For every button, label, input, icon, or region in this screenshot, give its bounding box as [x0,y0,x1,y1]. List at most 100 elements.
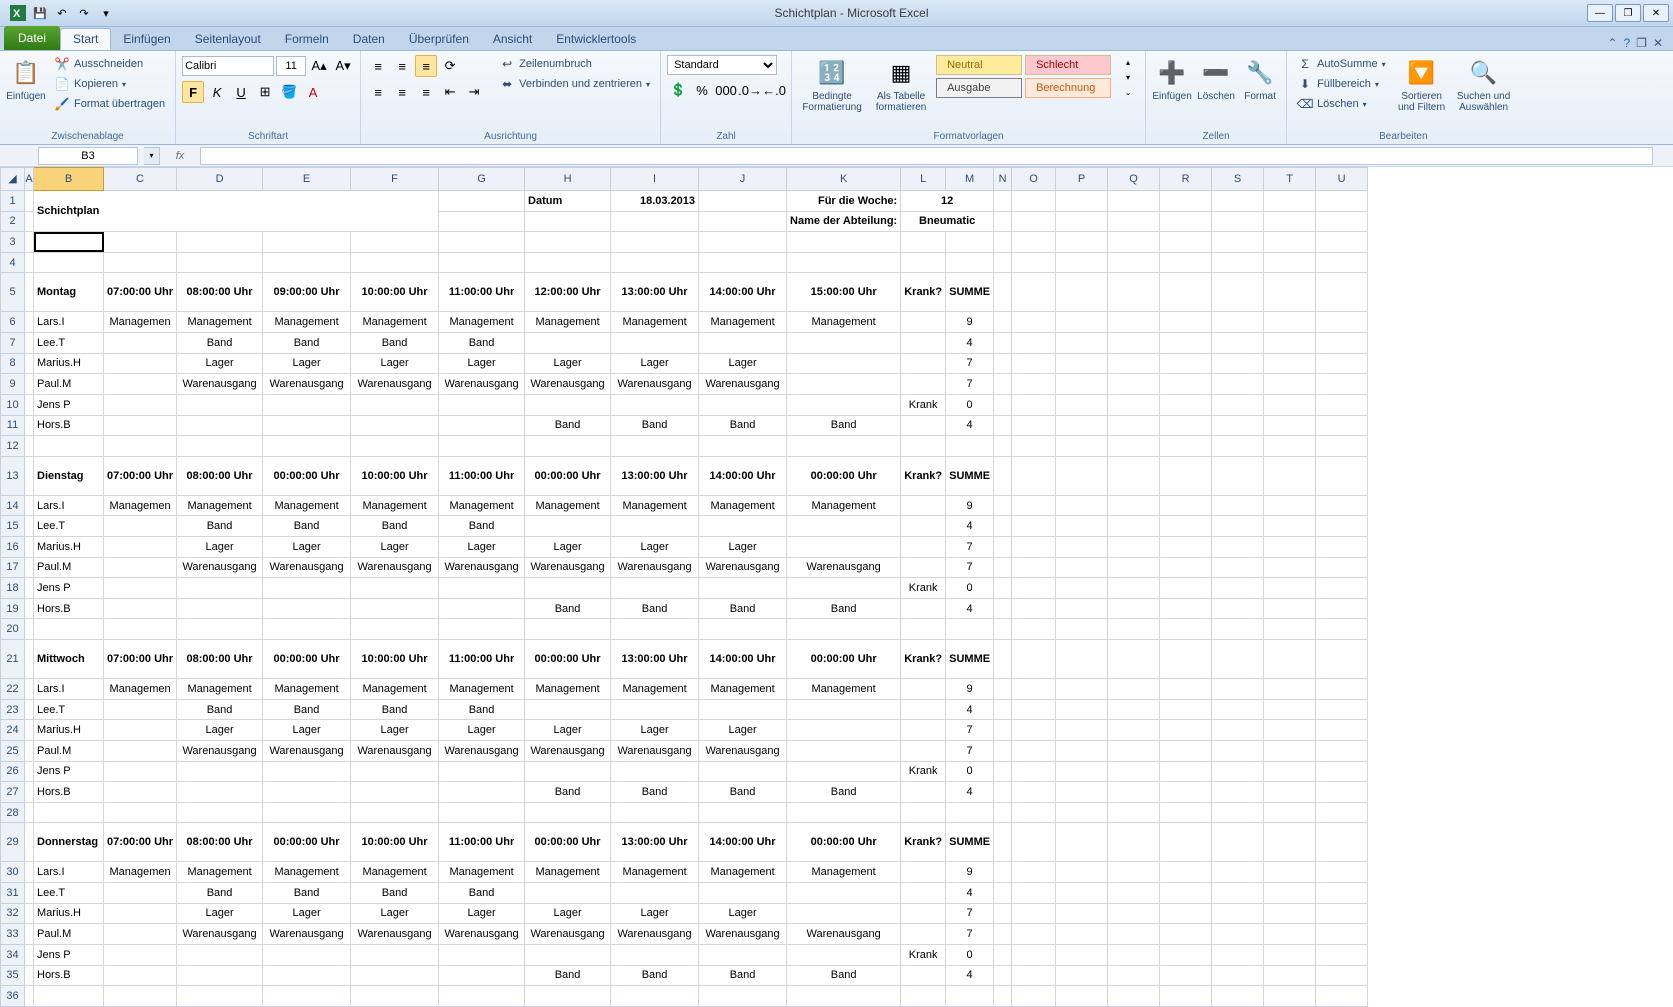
cell-P12[interactable] [1056,436,1108,457]
cell-L15[interactable] [901,516,946,537]
cell-D11[interactable] [177,415,263,436]
cell-D19[interactable] [177,598,263,619]
cell-K28[interactable] [787,802,901,823]
cell-D14[interactable]: Management [177,495,263,516]
cell-P5[interactable] [1056,273,1108,312]
cell-S11[interactable] [1212,415,1264,436]
ribbon-tab-einfügen[interactable]: Einfügen [111,28,182,50]
cell-G31[interactable]: Band [439,883,525,904]
cell-B10[interactable]: Jens P [34,394,104,415]
cell-N31[interactable] [994,883,1012,904]
cell-L13[interactable]: Krank? [901,456,946,495]
excel-icon[interactable]: X [8,3,28,23]
cell-P14[interactable] [1056,495,1108,516]
cell-N19[interactable] [994,598,1012,619]
cell-Q27[interactable] [1108,782,1160,803]
cell-N3[interactable] [994,232,1012,253]
cell-U25[interactable] [1316,740,1368,761]
cell-R22[interactable] [1160,679,1212,700]
cell-H12[interactable] [525,436,611,457]
cell-J6[interactable]: Management [699,312,787,333]
cell-N23[interactable] [994,699,1012,720]
cell-P25[interactable] [1056,740,1108,761]
cell-T2[interactable] [1264,211,1316,232]
ribbon-tab-seitenlayout[interactable]: Seitenlayout [183,28,273,50]
cell-J34[interactable] [699,944,787,965]
cell-S14[interactable] [1212,495,1264,516]
cell-H18[interactable] [525,578,611,599]
row-header-3[interactable]: 3 [1,232,25,253]
cell-E7[interactable]: Band [263,333,351,354]
cell-R15[interactable] [1160,516,1212,537]
cell-Q36[interactable] [1108,986,1160,1007]
cell-E21[interactable]: 00:00:00 Uhr [263,640,351,679]
cell-L31[interactable] [901,883,946,904]
cell-U34[interactable] [1316,944,1368,965]
cell-F16[interactable]: Lager [351,536,439,557]
row-header-7[interactable]: 7 [1,333,25,354]
italic-button[interactable]: K [206,81,228,103]
cell-I9[interactable]: Warenausgang [611,374,699,395]
cell-D17[interactable]: Warenausgang [177,557,263,578]
cell-T5[interactable] [1264,273,1316,312]
cell-P2[interactable] [1056,211,1108,232]
row-header-30[interactable]: 30 [1,862,25,883]
cell-Q5[interactable] [1108,273,1160,312]
cell-E14[interactable]: Management [263,495,351,516]
cell-E12[interactable] [263,436,351,457]
cell-R34[interactable] [1160,944,1212,965]
align-center-icon[interactable]: ≡ [391,81,413,103]
cell-I34[interactable] [611,944,699,965]
cell-K10[interactable] [787,394,901,415]
cell-R7[interactable] [1160,333,1212,354]
cell-O12[interactable] [1012,436,1056,457]
cell-H24[interactable]: Lager [525,720,611,741]
cell-T20[interactable] [1264,619,1316,640]
cell-O32[interactable] [1012,903,1056,924]
cell-E9[interactable]: Warenausgang [263,374,351,395]
currency-icon[interactable]: 💲 [667,79,689,101]
font-size-select[interactable] [276,56,306,76]
cell-U13[interactable] [1316,456,1368,495]
cell-O16[interactable] [1012,536,1056,557]
cell-I11[interactable]: Band [611,415,699,436]
cell-D24[interactable]: Lager [177,720,263,741]
cell-A36[interactable] [25,986,34,1007]
cell-A25[interactable] [25,740,34,761]
cell-C14[interactable]: Managemen [104,495,177,516]
percent-icon[interactable]: % [691,79,713,101]
cell-L32[interactable] [901,903,946,924]
cell-H13[interactable]: 00:00:00 Uhr [525,456,611,495]
cell-F4[interactable] [351,252,439,273]
cell-T29[interactable] [1264,823,1316,862]
cell-N21[interactable] [994,640,1012,679]
cell-Q17[interactable] [1108,557,1160,578]
cell-Q3[interactable] [1108,232,1160,253]
cell-B25[interactable]: Paul.M [34,740,104,761]
cell-D22[interactable]: Management [177,679,263,700]
cell-H31[interactable] [525,883,611,904]
cell-H35[interactable]: Band [525,965,611,986]
style-neutral[interactable]: Neutral [936,55,1022,75]
cell-T34[interactable] [1264,944,1316,965]
cell-B22[interactable]: Lars.I [34,679,104,700]
minimize-ribbon-icon[interactable]: ⌃ [1607,36,1617,50]
cell-I8[interactable]: Lager [611,353,699,374]
cell-C29[interactable]: 07:00:00 Uhr [104,823,177,862]
cell-R25[interactable] [1160,740,1212,761]
cell-B4[interactable] [34,252,104,273]
wrap-text-button[interactable]: ↩Zeilenumbruch [495,55,654,73]
cell-M21[interactable]: SUMME [946,640,994,679]
cell-S12[interactable] [1212,436,1264,457]
cell-O4[interactable] [1012,252,1056,273]
cell-U2[interactable] [1316,211,1368,232]
cell-U12[interactable] [1316,436,1368,457]
cell-M3[interactable] [946,232,994,253]
conditional-formatting-button[interactable]: 🔢 Bedingte Formatierung [798,55,866,115]
cell-A32[interactable] [25,903,34,924]
cell-J23[interactable] [699,699,787,720]
cell-P6[interactable] [1056,312,1108,333]
cell-L6[interactable] [901,312,946,333]
format-cells-button[interactable]: 🔧Format [1240,55,1280,104]
ribbon-tab-daten[interactable]: Daten [341,28,397,50]
